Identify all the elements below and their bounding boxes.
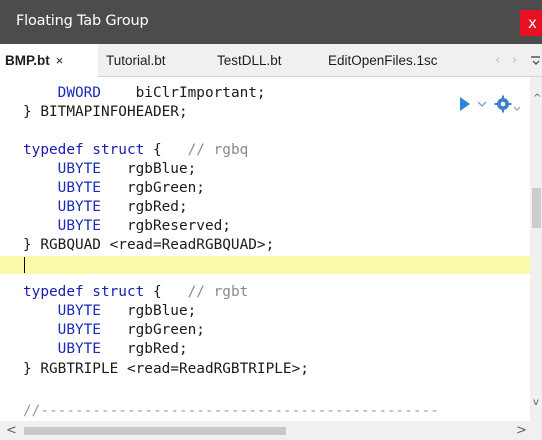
- scroll-left-icon[interactable]: <: [6, 421, 17, 440]
- editor-toolbar: [458, 94, 530, 114]
- tab-tutorial-bt[interactable]: Tutorial.bt: [106, 44, 166, 77]
- horizontal-scroll-thumb[interactable]: [24, 427, 286, 435]
- title-bar[interactable]: Floating Tab Group x: [0, 0, 542, 44]
- code-editor[interactable]: DWORD biClrImportant; } BITMAPINFOHEADER…: [0, 77, 530, 421]
- scroll-down-icon[interactable]: v: [533, 397, 539, 408]
- vertical-scrollbar[interactable]: [530, 77, 542, 421]
- code-line: UBYTE rgbBlue;: [57, 303, 197, 319]
- code-line: typedef struct { // rgbq: [23, 142, 249, 158]
- scroll-right-icon[interactable]: >: [516, 421, 527, 440]
- tab-label: Tutorial.bt: [106, 53, 166, 68]
- horizontal-scrollbar[interactable]: < >: [0, 421, 542, 440]
- tab-testdll-bt[interactable]: TestDLL.bt: [217, 44, 282, 77]
- code-line: } BITMAPINFOHEADER;: [23, 104, 188, 120]
- close-icon: x: [528, 14, 537, 32]
- tab-scroll-right-icon[interactable]: ›: [512, 44, 517, 77]
- code-line: UBYTE rgbRed;: [57, 199, 188, 215]
- code-line: } RGBTRIPLE <read=ReadRGBTRIPLE>;: [23, 361, 309, 377]
- current-line: [0, 256, 530, 274]
- code-line: UBYTE rgbGreen;: [57, 322, 205, 338]
- text-caret: [24, 257, 25, 273]
- chevron-down-icon[interactable]: [513, 106, 521, 112]
- tab-close-icon[interactable]: ×: [56, 53, 64, 68]
- tab-strip: BMP.bt × Tutorial.bt TestDLL.bt EditOpenF…: [0, 44, 542, 77]
- tab-label: BMP.bt: [5, 53, 50, 68]
- code-line: } RGBQUAD <read=ReadRGBQUAD>;: [23, 237, 275, 253]
- run-icon[interactable]: [458, 96, 472, 112]
- chevron-down-icon[interactable]: [477, 99, 487, 109]
- vertical-scroll-thumb[interactable]: [532, 188, 541, 228]
- window-title: Floating Tab Group: [16, 13, 149, 29]
- floating-tab-group-window: Floating Tab Group x BMP.bt × Tutorial.bt…: [0, 0, 542, 440]
- code-line: DWORD biClrImportant;: [57, 85, 266, 101]
- gear-icon[interactable]: [494, 95, 512, 113]
- code-line: UBYTE rgbRed;: [57, 341, 188, 357]
- tab-scroll-left-icon[interactable]: ‹: [495, 44, 500, 77]
- tab-list-icon[interactable]: [530, 53, 542, 67]
- code-line: UBYTE rgbReserved;: [57, 218, 231, 234]
- tab-editopenfiles-1sc[interactable]: EditOpenFiles.1sc: [328, 44, 438, 77]
- scroll-up-icon[interactable]: ^: [533, 93, 541, 104]
- code-line: typedef struct { // rgbt: [23, 284, 249, 300]
- tab-label: EditOpenFiles.1sc: [328, 53, 438, 68]
- code-line: //--------------------------------------…: [23, 403, 439, 419]
- tab-label: TestDLL.bt: [217, 53, 282, 68]
- code-line: UBYTE rgbBlue;: [57, 161, 197, 177]
- code-line: UBYTE rgbGreen;: [57, 180, 205, 196]
- tab-bmp-bt[interactable]: BMP.bt ×: [0, 44, 98, 77]
- close-button[interactable]: x: [520, 10, 542, 36]
